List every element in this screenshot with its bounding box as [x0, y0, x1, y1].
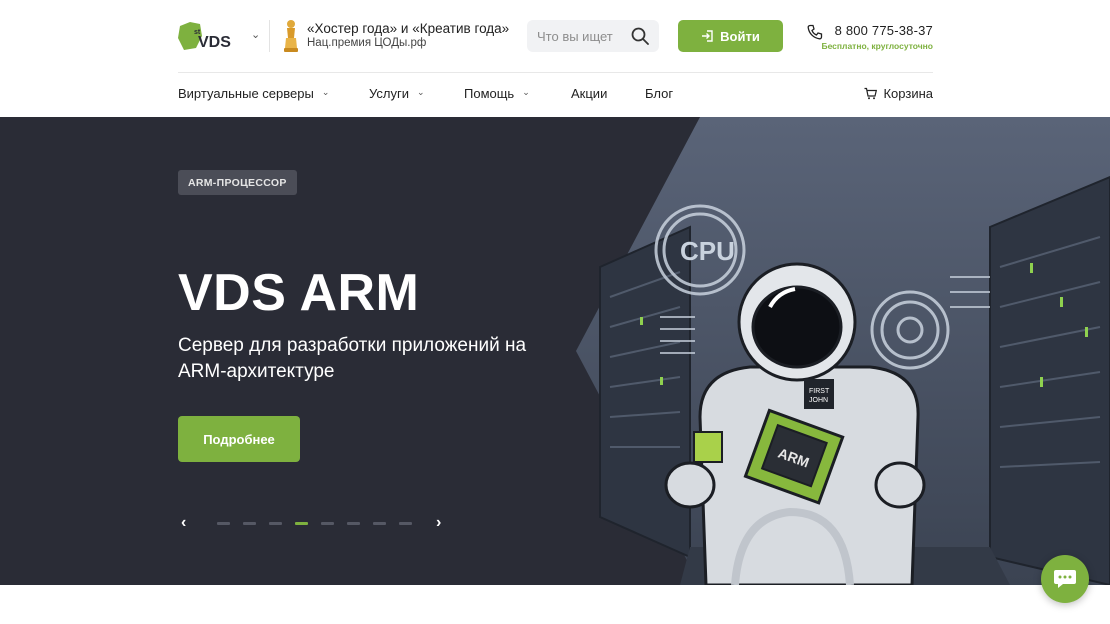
- hero-title: VDS ARM: [178, 264, 420, 322]
- nav-item-services[interactable]: Услуги ⌄: [369, 86, 425, 101]
- chevron-right-icon[interactable]: ›: [436, 515, 441, 531]
- cart-link[interactable]: Корзина: [864, 86, 933, 101]
- page: st VDS ⌄ «Хостер года» и «Креатив года» …: [0, 0, 1110, 624]
- award-title[interactable]: «Хостер года» и «Креатив года»: [307, 21, 509, 36]
- svg-text:VDS: VDS: [198, 34, 231, 51]
- nav-item-help[interactable]: Помощь ⌄: [464, 86, 530, 101]
- nav-item-label: Услуги: [369, 86, 409, 101]
- svg-text:FIRST: FIRST: [809, 388, 830, 395]
- slider-dot[interactable]: [347, 522, 360, 525]
- chevron-left-icon[interactable]: ‹: [181, 515, 186, 531]
- chevron-down-icon: ⌄: [321, 87, 330, 97]
- cart-label: Корзина: [883, 86, 933, 101]
- chevron-down-icon: ⌄: [522, 87, 530, 97]
- more-button[interactable]: Подробнее: [178, 416, 300, 462]
- search-input[interactable]: Что вы ищет: [527, 20, 659, 52]
- nav-item-label: Помощь: [464, 86, 515, 101]
- slider-dot[interactable]: [243, 522, 256, 525]
- hero-badge: ARM-ПРОЦЕССОР: [178, 170, 297, 195]
- slider-dot[interactable]: [373, 522, 386, 525]
- search-icon[interactable]: [631, 27, 649, 45]
- slider-dot[interactable]: [269, 522, 282, 525]
- divider: [269, 20, 270, 52]
- slider-dot[interactable]: [321, 522, 334, 525]
- chevron-down-icon[interactable]: ⌄: [251, 28, 260, 41]
- hero-banner: CPU FIRST JOHN ARM ARM-ПРОЦЕССОР VDS ARM…: [0, 117, 1110, 585]
- login-button[interactable]: Войти: [678, 20, 783, 52]
- chevron-down-icon: ⌄: [416, 87, 425, 97]
- award-icon: [284, 20, 298, 52]
- cart-icon: [864, 87, 878, 100]
- chat-button[interactable]: [1041, 555, 1089, 603]
- login-label: Войти: [720, 28, 760, 44]
- search-placeholder: Что вы ищет: [537, 29, 613, 44]
- top-bar: st VDS ⌄ «Хостер года» и «Креатив года» …: [178, 16, 933, 56]
- svg-text:JOHN: JOHN: [809, 397, 828, 404]
- slider-dot[interactable]: [217, 522, 230, 525]
- slider-dot[interactable]: [399, 522, 412, 525]
- nav-item-label: Акции: [571, 86, 608, 101]
- nav-item-blog[interactable]: Блог: [645, 86, 673, 101]
- phone-number[interactable]: 8 800 775-38-37: [835, 23, 933, 38]
- award-subtitle[interactable]: Нац.премия ЦОДы.рф: [307, 37, 426, 49]
- login-icon: [702, 30, 713, 42]
- svg-text:CPU: CPU: [680, 236, 735, 266]
- main-nav: Виртуальные серверы ⌄ Услуги ⌄ Помощь ⌄ …: [178, 86, 933, 104]
- phone-note: Бесплатно, круглосуточно: [821, 41, 933, 51]
- header-divider: [178, 72, 933, 73]
- nav-item-label: Блог: [645, 86, 674, 101]
- logo[interactable]: st VDS: [178, 20, 240, 52]
- slider-controls: ‹ ›: [178, 515, 448, 531]
- nav-item-virtual-servers[interactable]: Виртуальные серверы ⌄: [178, 86, 329, 101]
- nav-item-promos[interactable]: Акции: [571, 86, 607, 101]
- phone-icon: [807, 24, 823, 40]
- chat-icon: [1054, 570, 1076, 588]
- slider-dot-active[interactable]: [295, 522, 308, 525]
- hero-subtitle: Сервер для разработки приложений на ARM-…: [178, 335, 527, 382]
- nav-item-label: Виртуальные серверы: [178, 86, 314, 101]
